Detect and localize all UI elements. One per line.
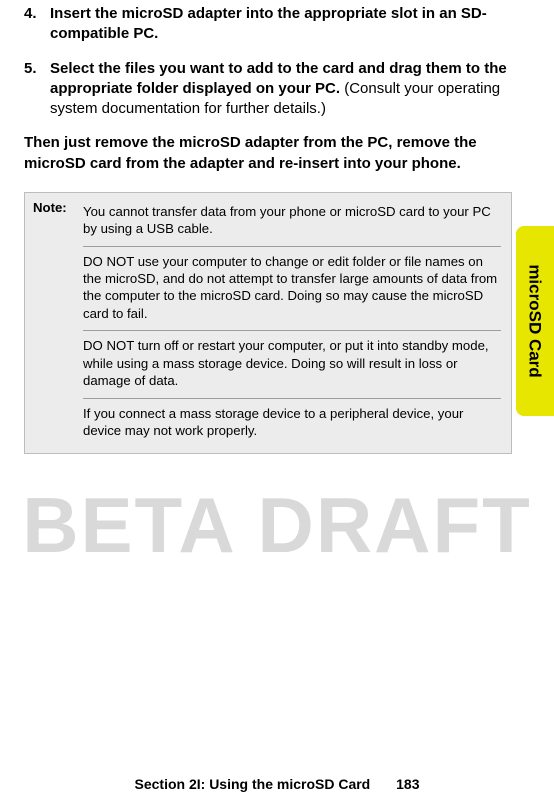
side-tab: microSD Card: [516, 226, 554, 416]
note-divider: [83, 330, 501, 331]
step-bold: Insert the microSD adapter into the appr…: [50, 5, 487, 42]
step-5: 5. Select the files you want to add to t…: [24, 59, 512, 120]
step-text: Select the files you want to add to the …: [50, 59, 512, 120]
step-text: Insert the microSD adapter into the appr…: [50, 4, 512, 45]
note-box: Note: You cannot transfer data from your…: [24, 192, 512, 455]
note-label: Note:: [25, 193, 81, 454]
followup-paragraph: Then just remove the microSD adapter fro…: [24, 133, 512, 174]
note-paragraph: DO NOT use your computer to change or ed…: [83, 249, 501, 329]
note-paragraph: If you connect a mass storage device to …: [83, 401, 501, 446]
page-body: 4. Insert the microSD adapter into the a…: [0, 0, 554, 454]
footer-section: Section 2I: Using the microSD Card: [135, 776, 371, 792]
side-tab-label: microSD Card: [525, 264, 545, 377]
note-body: You cannot transfer data from your phone…: [81, 193, 511, 454]
note-divider: [83, 398, 501, 399]
note-divider: [83, 246, 501, 247]
step-number: 4.: [24, 4, 50, 45]
note-paragraph: DO NOT turn off or restart your computer…: [83, 333, 501, 395]
step-4: 4. Insert the microSD adapter into the a…: [24, 4, 512, 45]
page-footer: Section 2I: Using the microSD Card 183: [0, 776, 554, 792]
step-number: 5.: [24, 59, 50, 120]
watermark-text: BETA DRAFT: [0, 480, 554, 571]
note-paragraph: You cannot transfer data from your phone…: [83, 199, 501, 244]
footer-page-number: 183: [396, 776, 419, 792]
